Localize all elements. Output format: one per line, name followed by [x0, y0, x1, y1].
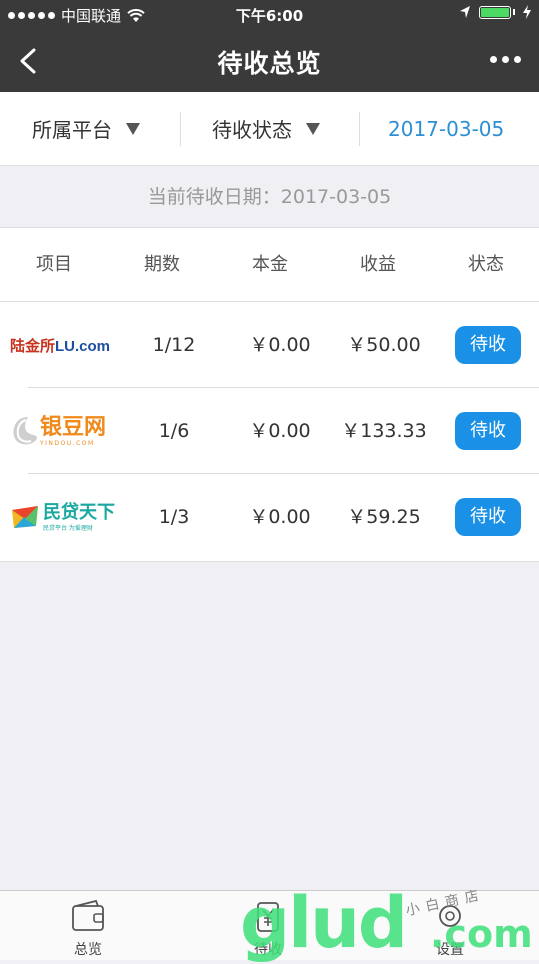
column-header-period: 期数: [144, 254, 180, 275]
income-cell: ￥133.33: [341, 420, 427, 442]
mindai-logo-sub: 民贷平台 为爱理财: [43, 524, 93, 532]
battery-cap: [513, 9, 515, 15]
yindou-logo-zh: 银豆网: [40, 414, 107, 440]
table-row[interactable]: 民贷天下 民贷平台 为爱理财 1/3 ￥0.00 ￥59.25 待收: [0, 474, 539, 560]
current-date-banner: 当前待收日期：2017-03-05: [0, 166, 539, 228]
status-bar: 中国联通 下午6:00: [0, 0, 539, 30]
principal-cell: ￥0.00: [249, 420, 311, 442]
tab-overview[interactable]: 总览: [28, 891, 148, 960]
watermark-logo: glud: [240, 882, 408, 964]
battery-icon: [479, 5, 511, 19]
nav-bar: 待收总览: [0, 30, 539, 92]
status-right: [459, 5, 531, 19]
period-cell: 1/12: [152, 334, 196, 356]
location-icon: [460, 6, 470, 18]
income-cell: ￥50.00: [347, 334, 421, 356]
status-button[interactable]: 待收: [455, 498, 521, 536]
status-filter-label: 待收状态: [212, 118, 292, 142]
page-title: 待收总览: [217, 49, 322, 78]
lufax-logo-zh: 陆金所: [10, 337, 56, 355]
yindou-logo: 银豆网 YINDOU.COM: [10, 388, 122, 474]
table-row[interactable]: 银豆网 YINDOU.COM 1/6 ￥0.00 ￥133.33 待收: [0, 388, 539, 474]
wallet-icon: [72, 899, 104, 931]
lufax-logo: 陆金所LU.com: [10, 302, 122, 388]
mindai-logo-zh: 民贷天下: [43, 501, 115, 523]
current-date-label: 当前待收日期：: [147, 186, 281, 208]
filter-bar: 所属平台 待收状态 2017-03-05: [0, 92, 539, 166]
status-filter[interactable]: 待收状态: [212, 92, 320, 165]
more-icon[interactable]: [490, 56, 521, 63]
column-header-project: 项目: [36, 254, 72, 275]
watermark-suffix: .com: [430, 912, 533, 956]
date-filter[interactable]: 2017-03-05: [388, 92, 504, 165]
envelope-logo-icon: [12, 506, 38, 528]
yindou-logo-en: YINDOU.COM: [40, 439, 95, 447]
divider: [180, 112, 181, 146]
principal-cell: ￥0.00: [249, 334, 311, 356]
status-button[interactable]: 待收: [455, 326, 521, 364]
current-date-value: 2017-03-05: [280, 186, 392, 208]
platform-filter-label: 所属平台: [32, 118, 112, 142]
column-header-income: 收益: [360, 254, 396, 275]
charging-icon: [523, 5, 531, 19]
column-header-principal: 本金: [252, 254, 288, 275]
platform-filter[interactable]: 所属平台: [32, 92, 140, 165]
period-cell: 1/6: [158, 420, 190, 442]
lufax-logo-en: LU.com: [55, 337, 111, 355]
income-cell: ￥59.25: [347, 506, 421, 528]
tab-overview-label: 总览: [74, 942, 102, 958]
table-header: 项目 期数 本金 收益 状态: [0, 228, 539, 302]
table-row[interactable]: 陆金所LU.com 1/12 ￥0.00 ￥50.00 待收: [0, 302, 539, 388]
column-header-status: 状态: [468, 254, 504, 275]
principal-cell: ￥0.00: [249, 506, 311, 528]
caret-down-icon: [306, 122, 320, 135]
caret-down-icon: [126, 122, 140, 135]
status-button[interactable]: 待收: [455, 412, 521, 450]
mindai-logo: 民贷天下 民贷平台 为爱理财: [10, 474, 122, 560]
divider: [359, 112, 360, 146]
period-cell: 1/3: [158, 506, 190, 528]
table-body: 陆金所LU.com 1/12 ￥0.00 ￥50.00 待收 银豆网 YINDO…: [0, 302, 539, 562]
bean-icon: [13, 417, 38, 445]
